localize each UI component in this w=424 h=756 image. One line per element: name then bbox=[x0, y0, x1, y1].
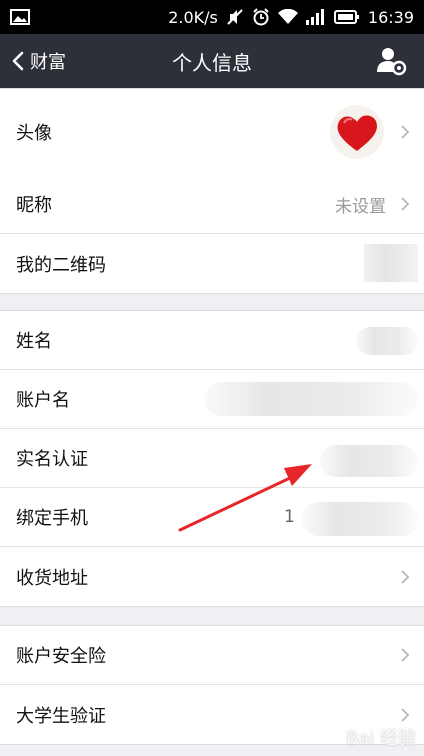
avatar-section: 头像 bbox=[0, 88, 424, 176]
wifi-icon bbox=[277, 9, 298, 25]
chevron-right-icon bbox=[401, 707, 410, 722]
account-name-row[interactable]: 账户名 bbox=[0, 370, 424, 429]
nav-bar: 财富 个人信息 bbox=[0, 34, 424, 88]
clock-time: 16:39 bbox=[367, 7, 414, 27]
user-settings-icon bbox=[377, 48, 407, 76]
chevron-left-icon bbox=[12, 51, 24, 71]
insurance-label: 账户安全险 bbox=[16, 646, 106, 667]
heart-icon bbox=[337, 115, 377, 151]
profile-section: 昵称 未设置 我的二维码 bbox=[0, 175, 424, 294]
avatar-row[interactable]: 头像 bbox=[0, 89, 424, 175]
nickname-label: 昵称 bbox=[16, 195, 52, 216]
avatar bbox=[330, 105, 384, 159]
account-name-redacted bbox=[204, 382, 418, 416]
account-section: 姓名 账户名 实名认证 绑定手机 1 收货地址 bbox=[0, 310, 424, 607]
phone-label: 绑定手机 bbox=[16, 508, 88, 529]
qrcode-thumbnail bbox=[364, 244, 418, 282]
realname-verification-row[interactable]: 实名认证 bbox=[0, 429, 424, 488]
phone-prefix: 1 bbox=[284, 507, 295, 527]
shipping-address-row[interactable]: 收货地址 bbox=[0, 547, 424, 606]
battery-icon bbox=[333, 9, 360, 25]
chevron-right-icon bbox=[401, 197, 410, 211]
chevron-right-icon bbox=[401, 125, 410, 139]
net-speed: 2.0K/s bbox=[168, 7, 218, 27]
image-icon bbox=[10, 9, 30, 25]
name-label: 姓名 bbox=[16, 331, 52, 352]
signal-icon bbox=[305, 9, 326, 25]
qrcode-row[interactable]: 我的二维码 bbox=[0, 234, 424, 293]
avatar-label: 头像 bbox=[16, 123, 52, 144]
user-settings-button[interactable] bbox=[376, 45, 408, 77]
nickname-row[interactable]: 昵称 未设置 bbox=[0, 175, 424, 234]
account-name-label: 账户名 bbox=[16, 390, 70, 411]
student-label: 大学生验证 bbox=[16, 705, 106, 727]
mute-icon bbox=[226, 8, 244, 26]
phone-number-redacted bbox=[302, 502, 418, 536]
realname-label: 实名认证 bbox=[16, 449, 88, 470]
account-insurance-row[interactable]: 账户安全险 bbox=[0, 626, 424, 685]
chevron-right-icon bbox=[401, 648, 410, 662]
chevron-right-icon bbox=[401, 569, 410, 584]
alarm-icon bbox=[252, 8, 270, 26]
qrcode-label: 我的二维码 bbox=[16, 254, 106, 276]
back-button[interactable]: 财富 bbox=[12, 34, 66, 88]
watermark: Bai 经验 bbox=[345, 728, 416, 749]
status-bar: 2.0K/s 16:39 bbox=[0, 0, 424, 34]
nickname-value: 未设置 bbox=[335, 196, 386, 217]
realname-status-redacted bbox=[320, 445, 418, 477]
back-label: 财富 bbox=[30, 52, 66, 73]
name-row[interactable]: 姓名 bbox=[0, 311, 424, 370]
name-value-redacted bbox=[356, 327, 418, 355]
bind-phone-row[interactable]: 绑定手机 1 bbox=[0, 488, 424, 547]
address-label: 收货地址 bbox=[16, 567, 88, 589]
